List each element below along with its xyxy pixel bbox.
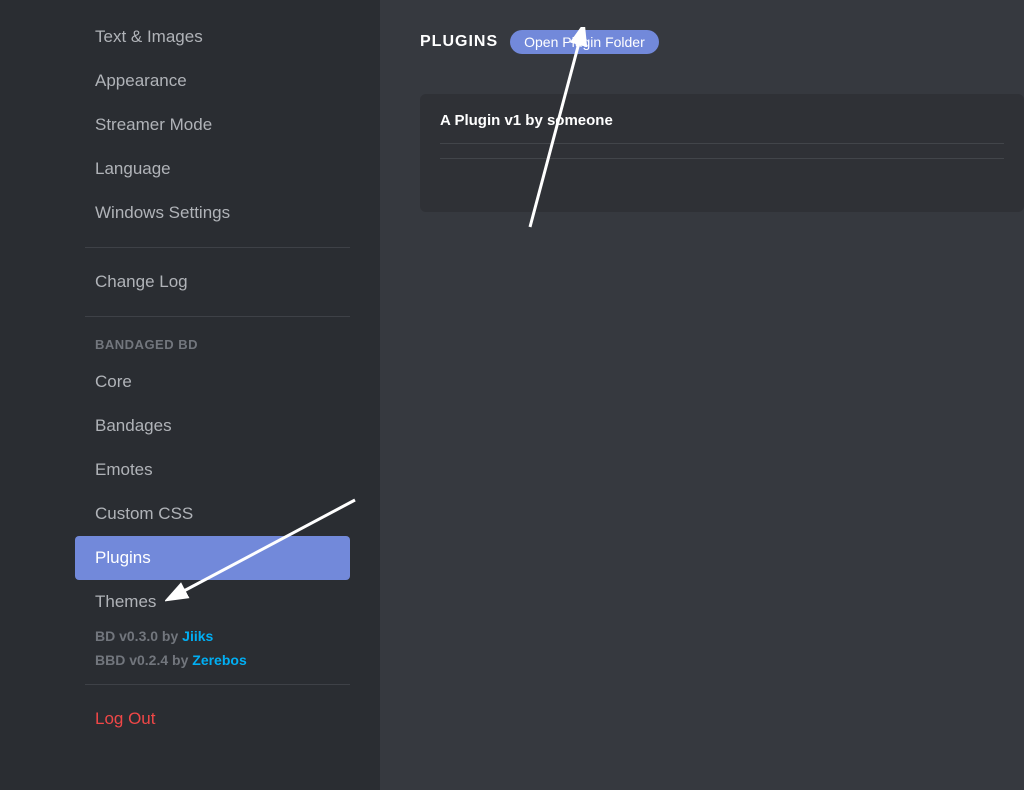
sidebar-item-text-images[interactable]: Text & Images [85,15,350,59]
page-title: PLUGINS [420,33,498,51]
sidebar-section-header: BANDAGED BD [85,329,350,360]
sidebar-divider [85,316,350,317]
plugin-title: A Plugin v1 by someone [440,112,1004,144]
credits-bd: BD v0.3.0 by Jiiks [85,624,350,648]
sidebar-item-custom-css[interactable]: Custom CSS [85,492,350,536]
sidebar-item-language[interactable]: Language [85,147,350,191]
plugin-card: A Plugin v1 by someone [420,94,1024,212]
sidebar-item-bandages[interactable]: Bandages [85,404,350,448]
sidebar-divider [85,684,350,685]
credits-bbd-author-link[interactable]: Zerebos [192,652,246,668]
main-content: PLUGINS Open Plugin Folder A Plugin v1 b… [380,0,1024,790]
open-plugin-folder-button[interactable]: Open Plugin Folder [510,30,659,54]
sidebar-item-themes[interactable]: Themes [85,580,350,624]
sidebar-item-streamer-mode[interactable]: Streamer Mode [85,103,350,147]
settings-sidebar: Text & Images Appearance Streamer Mode L… [0,0,380,790]
page-header: PLUGINS Open Plugin Folder [420,30,1024,54]
plugin-body [440,144,1004,159]
sidebar-item-plugins[interactable]: Plugins [75,536,350,580]
sidebar-item-windows-settings[interactable]: Windows Settings [85,191,350,235]
sidebar-item-change-log[interactable]: Change Log [85,260,350,304]
sidebar-item-emotes[interactable]: Emotes [85,448,350,492]
sidebar-item-appearance[interactable]: Appearance [85,59,350,103]
plugin-footer [440,159,1004,194]
sidebar-item-core[interactable]: Core [85,360,350,404]
sidebar-item-logout[interactable]: Log Out [85,697,350,741]
credits-bbd: BBD v0.2.4 by Zerebos [85,648,350,672]
sidebar-divider [85,247,350,248]
credits-bd-author-link[interactable]: Jiiks [182,628,213,644]
